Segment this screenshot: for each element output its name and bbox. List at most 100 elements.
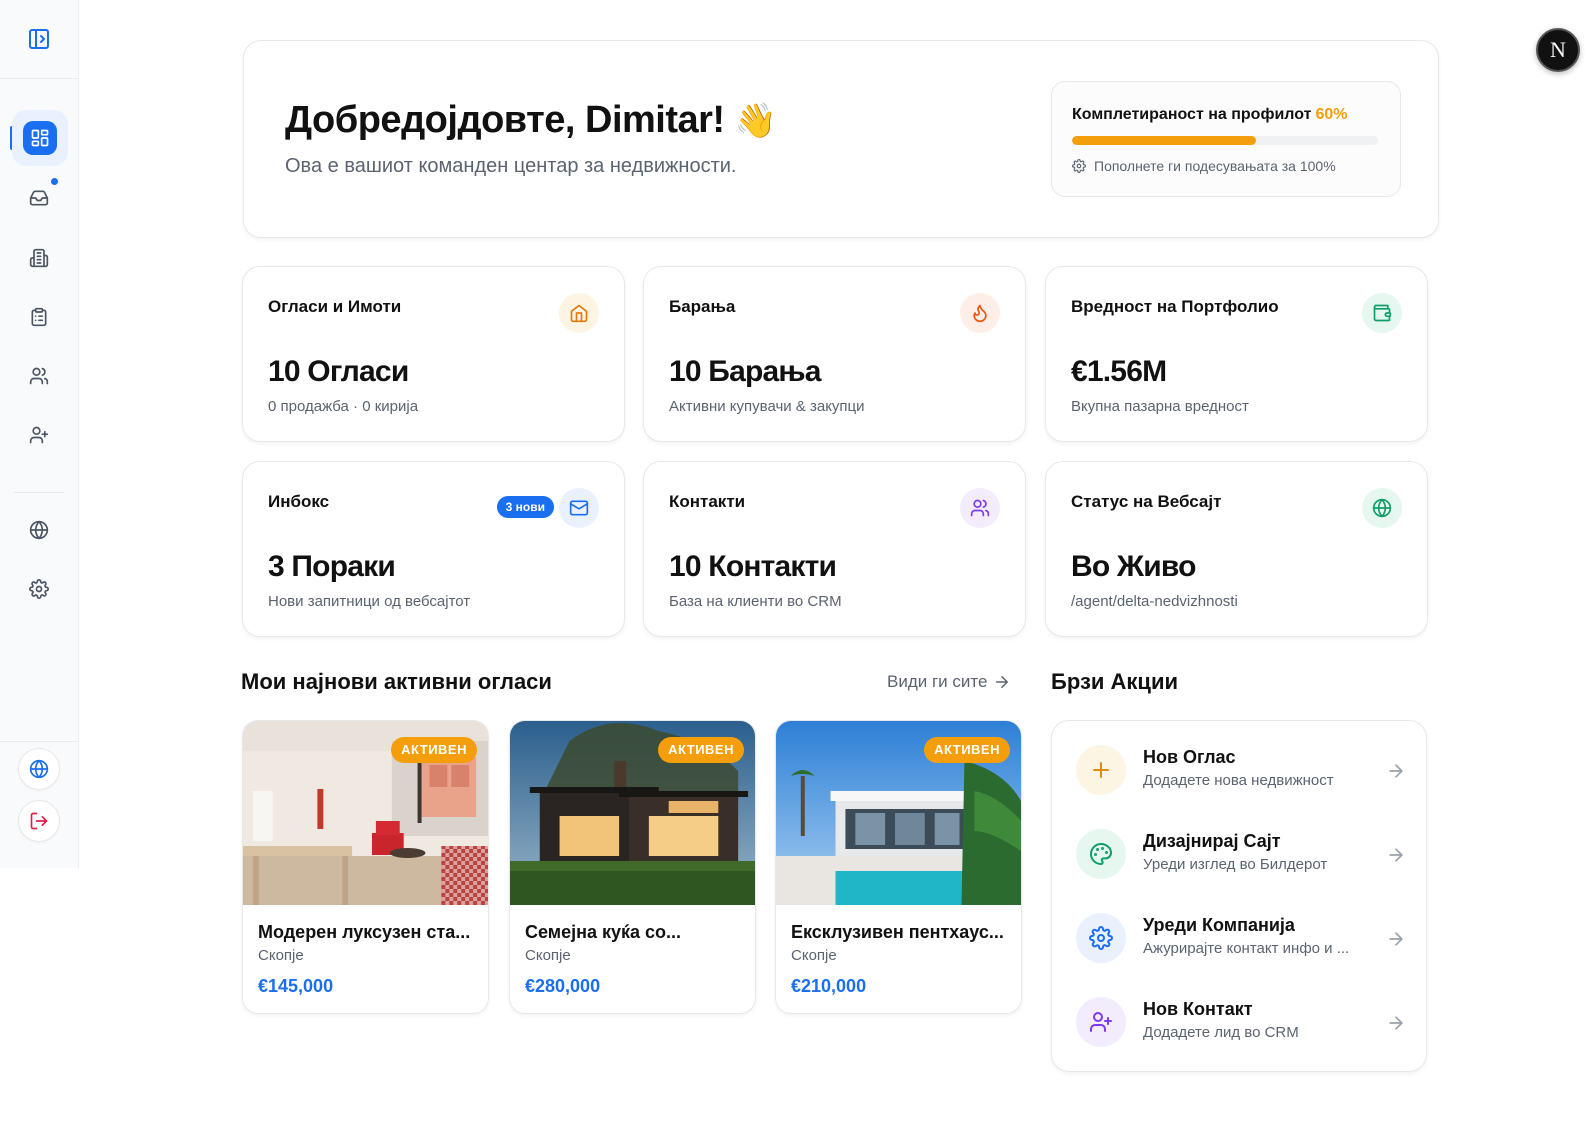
stat-card-contacts[interactable]: Контакти 10 Контакти База на клиенти во … xyxy=(643,461,1026,637)
sidebar-item-requests[interactable] xyxy=(19,297,59,337)
wallet-icon xyxy=(1373,304,1392,322)
flame-icon xyxy=(973,304,987,323)
stat-icon-wrap xyxy=(960,293,1000,333)
status-badge: АКТИВЕН xyxy=(924,737,1010,763)
globe-icon xyxy=(29,520,49,540)
arrow-right-icon xyxy=(996,676,1009,688)
logout-button[interactable] xyxy=(18,800,60,842)
stat-card-requests[interactable]: Барања 10 Барања Активни купувачи & заку… xyxy=(643,266,1026,442)
quick-action-icon-wrap xyxy=(1076,997,1126,1047)
stat-subtitle: Вкупна пазарна вредност xyxy=(1071,398,1249,415)
settings-icon xyxy=(1089,926,1113,950)
sidebar-item-website[interactable] xyxy=(19,510,59,550)
layout-grid-icon xyxy=(31,129,49,147)
listing-city: Скопје xyxy=(791,947,837,964)
welcome-title: Добредојдовте, Dimitar! 👋 xyxy=(285,99,777,142)
stat-icon-wrap xyxy=(559,293,599,333)
stat-subtitle: Нови запитници од вебсајтот xyxy=(268,593,471,610)
profile-hint-text: Пополнете ги подесувањата за 100% xyxy=(1094,158,1336,174)
listing-card[interactable]: АКТИВЕН Модерен луксузен ста... Скопје €… xyxy=(242,720,489,1014)
inbox-notification-dot xyxy=(49,176,60,187)
quick-action-new-listing[interactable]: Нов Оглас Додадете нова недвижност xyxy=(1076,741,1406,801)
profile-completion-box[interactable]: Комплетираност на профилот 60% Пополнете … xyxy=(1051,81,1401,197)
stat-card-listings[interactable]: Огласи и Имоти 10 Огласи 0 продажба · 0 … xyxy=(242,266,625,442)
quick-action-icon-wrap xyxy=(1076,913,1126,963)
quick-action-icon-wrap xyxy=(1076,829,1126,879)
arrow-right-icon xyxy=(1389,932,1403,946)
profile-progress-track xyxy=(1072,136,1378,145)
plus-icon xyxy=(1093,762,1109,778)
inbox-icon xyxy=(29,190,49,206)
listing-card[interactable]: АКТИВЕН Семејна куќа со... Скопје €280,0… xyxy=(509,720,756,1014)
arrow-right-icon xyxy=(1389,764,1403,778)
stat-card-website-status[interactable]: Статус на Вебсајт Во Живо /agent/delta-n… xyxy=(1045,461,1428,637)
sidebar-item-contacts[interactable] xyxy=(19,356,59,396)
stat-title: Контакти xyxy=(669,492,746,511)
quick-action-title: Нов Оглас xyxy=(1143,747,1236,767)
settings-icon xyxy=(1072,159,1086,173)
stat-value: €1.56M xyxy=(1071,355,1167,388)
listing-card[interactable]: АКТИВЕН Ексклузивен пентхаус... Скопје €… xyxy=(775,720,1022,1014)
stat-value: Во Живо xyxy=(1071,550,1196,583)
see-all-label: Види ги сите xyxy=(887,672,988,691)
profile-progress-fill xyxy=(1072,136,1256,145)
sidebar-item-properties[interactable] xyxy=(19,238,59,278)
stat-card-portfolio[interactable]: Вредност на Портфолио €1.56M Вкупна паза… xyxy=(1045,266,1428,442)
clipboard-list-icon xyxy=(31,307,47,327)
profile-completion-label: Комплетираност на профилот 60% xyxy=(1072,106,1347,124)
quick-actions-title: Брзи Акции xyxy=(1051,669,1179,694)
user-plus-icon xyxy=(29,426,49,444)
stat-value: 3 Пораки xyxy=(268,550,396,583)
quick-action-edit-company[interactable]: Уреди Компанија Ажурирајте контакт инфо … xyxy=(1076,909,1406,969)
status-badge: АКТИВЕН xyxy=(391,737,477,763)
status-badge: АКТИВЕН xyxy=(658,737,744,763)
mail-icon xyxy=(569,500,589,516)
stat-title: Барања xyxy=(669,297,736,316)
quick-action-subtitle: Уреди изглед во Билдерот xyxy=(1143,856,1328,873)
listing-city: Скопје xyxy=(258,947,304,964)
sidebar-divider xyxy=(14,492,64,493)
stat-icon-wrap xyxy=(960,488,1000,528)
new-messages-badge: 3 нови xyxy=(496,496,554,518)
sidebar-item-dashboard[interactable] xyxy=(12,110,68,166)
quick-action-title: Дизајнирај Сајт xyxy=(1143,831,1281,851)
users-icon xyxy=(970,499,990,517)
settings-icon xyxy=(29,579,49,599)
avatar-letter: N xyxy=(1550,37,1566,62)
view-website-button[interactable] xyxy=(18,748,60,790)
sidebar-footer-divider xyxy=(0,741,79,742)
sidebar-item-add-contact[interactable] xyxy=(19,415,59,455)
palette-icon xyxy=(1090,843,1112,865)
waving-hand-emoji: 👋 xyxy=(734,102,777,140)
sidebar-item-settings[interactable] xyxy=(19,569,59,609)
stat-value: 10 Огласи xyxy=(268,355,409,388)
profile-hint: Пополнете ги подесувањата за 100% xyxy=(1072,158,1336,174)
quick-action-subtitle: Додадете лид во CRM xyxy=(1143,1024,1299,1041)
stat-subtitle: База на клиенти во CRM xyxy=(669,593,842,610)
quick-action-subtitle: Ажурирајте контакт инфо и ... xyxy=(1143,940,1350,957)
user-plus-icon xyxy=(1090,1012,1112,1032)
users-icon xyxy=(29,367,49,385)
welcome-subtitle: Ова е вашиот команден центар за недвижно… xyxy=(285,155,737,177)
quick-action-new-contact[interactable]: Нов Контакт Додадете лид во CRM xyxy=(1076,993,1406,1053)
building-icon xyxy=(29,248,49,268)
quick-action-design-site[interactable]: Дизајнирај Сајт Уреди изглед во Билдерот xyxy=(1076,825,1406,885)
user-avatar[interactable]: N xyxy=(1536,28,1580,72)
listing-city: Скопје xyxy=(525,947,571,964)
stat-title: Инбокс xyxy=(268,492,330,511)
welcome-title-text: Добредојдовте, Dimitar! xyxy=(285,99,725,141)
listing-price: €210,000 xyxy=(791,976,867,996)
stat-title: Огласи и Имоти xyxy=(268,297,402,316)
listing-price: €280,000 xyxy=(525,976,601,996)
stat-card-inbox[interactable]: Инбокс 3 нови 3 Пораки Нови запитници од… xyxy=(242,461,625,637)
home-icon xyxy=(570,304,588,323)
quick-action-icon-wrap xyxy=(1076,745,1126,795)
sidebar xyxy=(0,0,79,868)
sidebar-toggle-icon[interactable] xyxy=(27,27,51,51)
listing-price: €145,000 xyxy=(258,976,334,996)
quick-action-subtitle: Додадете нова недвижност xyxy=(1143,772,1334,789)
see-all-link[interactable]: Види ги сите xyxy=(887,672,1011,692)
listing-title: Семејна куќа со... xyxy=(525,922,682,942)
stat-icon-wrap xyxy=(559,488,599,528)
globe-icon xyxy=(1372,498,1392,518)
